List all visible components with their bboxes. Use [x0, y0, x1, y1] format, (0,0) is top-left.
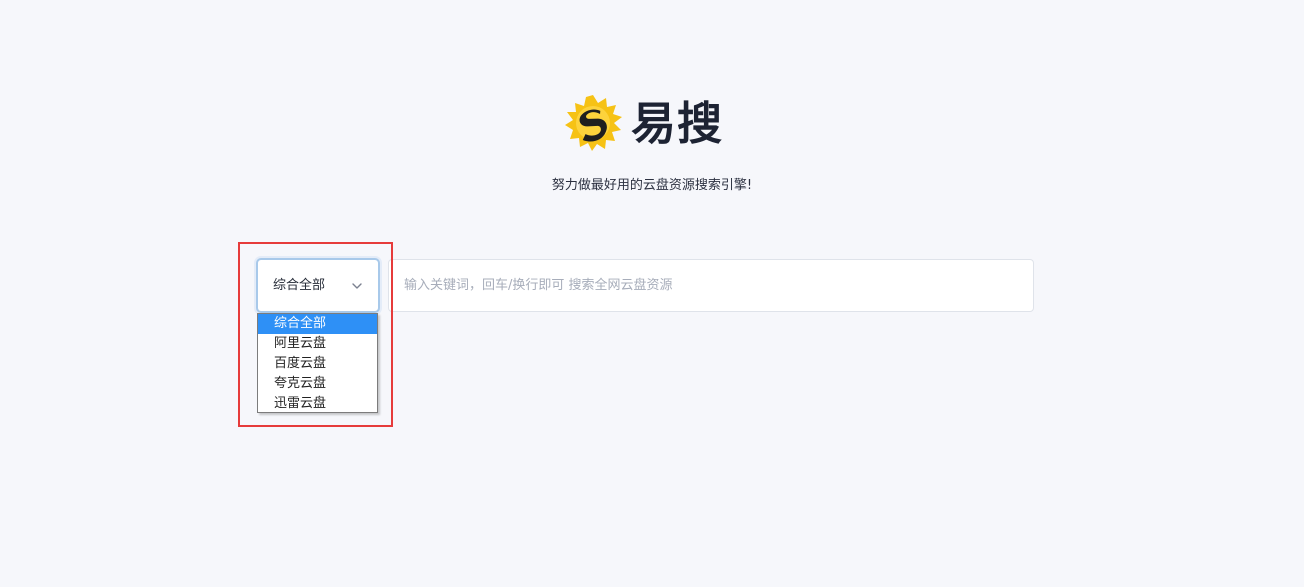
search-row: 综合全部 [256, 258, 1035, 313]
search-scope-dropdown: 综合全部 阿里云盘 百度云盘 夸克云盘 迅雷云盘 [257, 313, 378, 413]
dropdown-option-baidu[interactable]: 百度云盘 [258, 354, 377, 374]
search-scope-select[interactable]: 综合全部 [256, 258, 380, 313]
site-name: 易搜 [631, 96, 724, 150]
site-tagline: 努力做最好用的云盘资源搜索引擎! [551, 178, 753, 193]
chevron-down-icon [352, 283, 362, 289]
sun-s-logo-icon [565, 95, 622, 151]
dropdown-option-quark[interactable]: 夸克云盘 [258, 374, 377, 394]
dropdown-option-all[interactable]: 综合全部 [258, 314, 377, 334]
site-brand: 易搜 [563, 93, 723, 153]
dropdown-option-xunlei[interactable]: 迅雷云盘 [258, 394, 377, 414]
search-input[interactable] [388, 259, 1034, 312]
search-scope-value: 综合全部 [273, 278, 326, 293]
dropdown-option-aliyun[interactable]: 阿里云盘 [258, 334, 377, 354]
